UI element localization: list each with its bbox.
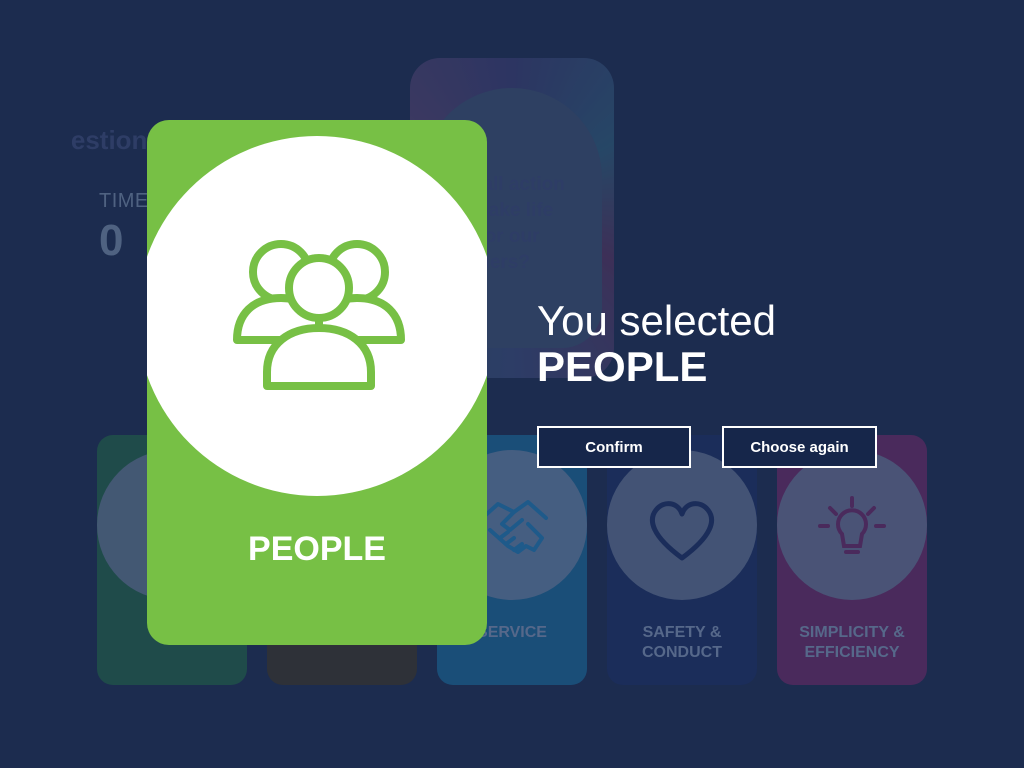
value-card-label-line: SAFETY & [642,624,722,641]
value-card-label-line: CONDUCT [642,644,722,661]
value-card-label-line: SIMPLICITY & [799,624,905,641]
people-group-icon [233,240,405,390]
value-card-label: SIMPLICITY & EFFICIENCY [777,623,927,663]
value-card-simplicity-efficiency: SIMPLICITY & EFFICIENCY [777,435,927,685]
choose-again-button[interactable]: Choose again [722,426,877,468]
selection-prompt: You selected PEOPLE [537,298,776,390]
confirm-button[interactable]: Confirm [537,426,691,468]
timer-value: 0 [99,216,124,265]
value-card-label: SAFETY & CONDUCT [607,623,757,663]
heart-icon [650,501,714,561]
value-card-safety-conduct: SAFETY & CONDUCT [607,435,757,685]
stage: TIME 0 estion 1 small action d make life… [0,0,1024,768]
timer: TIME 0 [99,190,149,263]
lightbulb-icon [818,496,886,554]
timer-label: TIME [99,190,149,212]
prompt-selected-value: PEOPLE [537,343,708,390]
selected-card-name: PEOPLE [248,530,386,568]
value-card-label-line: EFFICIENCY [804,644,900,661]
selected-value-card: PEOPLE [147,120,487,645]
prompt-heading: You selected [537,297,776,344]
